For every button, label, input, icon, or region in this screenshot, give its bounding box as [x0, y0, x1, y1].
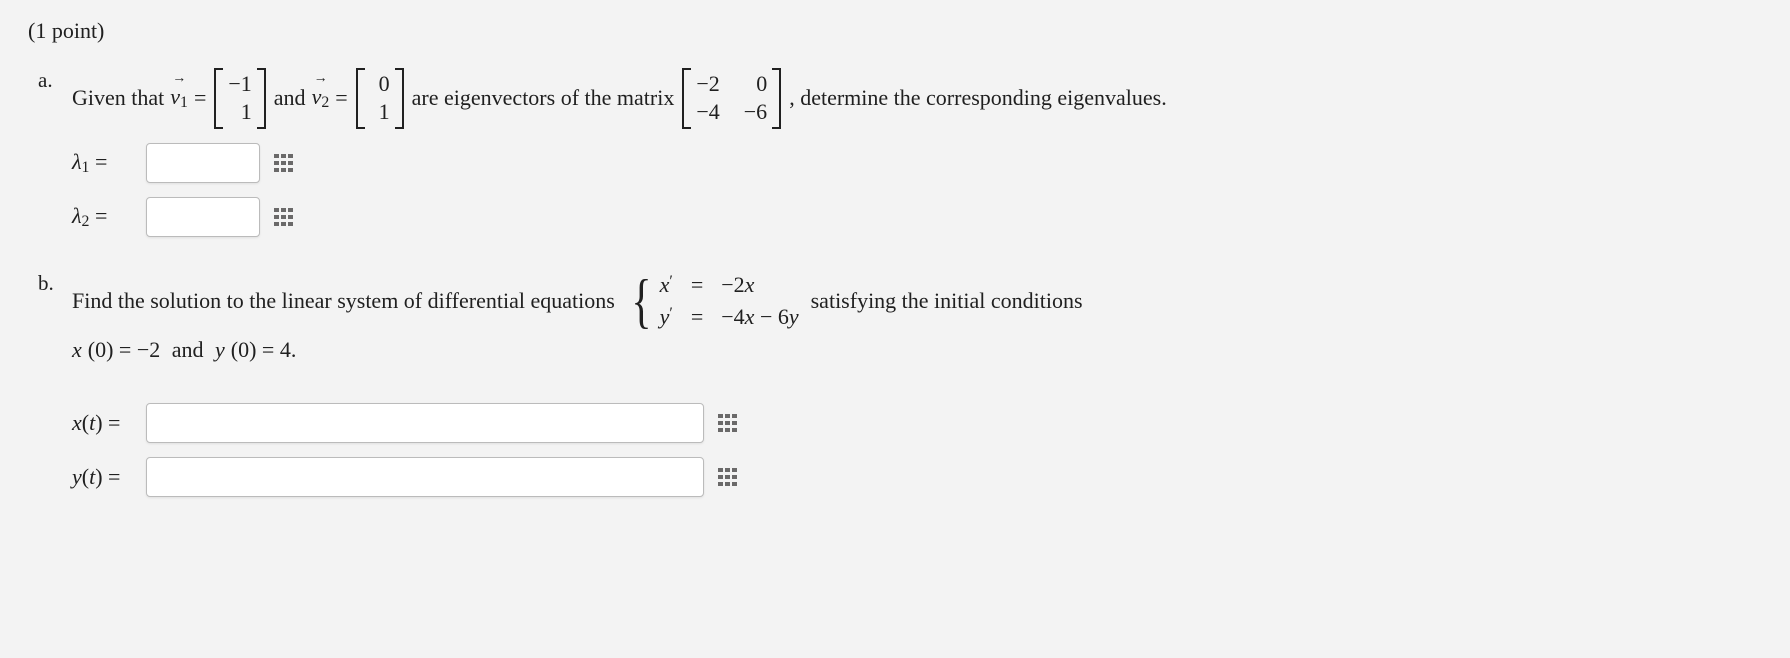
- lambda1-input[interactable]: [146, 143, 260, 183]
- lambda2-row: λ2 =: [72, 197, 1762, 237]
- v2-entry-1: 0: [370, 71, 390, 97]
- arrow-icon: →: [314, 71, 328, 88]
- sys-r1-rhs: −2x: [721, 272, 798, 298]
- A-entry-21: −4: [696, 99, 719, 125]
- part-a-statement: Given that → v1 = −1 1 and →: [72, 68, 1762, 129]
- equals-sign: =: [335, 85, 347, 111]
- sys-r2-eq: =: [691, 304, 703, 330]
- part-a: Given that → v1 = −1 1 and →: [72, 68, 1762, 237]
- sys-r2-rhs: −4x − 6y: [721, 304, 798, 330]
- sys-r1-lhs: x′: [660, 272, 673, 298]
- ic-text: x: [72, 337, 82, 363]
- keypad-icon[interactable]: [270, 149, 298, 177]
- sys-r1-eq: =: [691, 272, 703, 298]
- A-entry-11: −2: [696, 71, 719, 97]
- text-satisfying: satisfying the initial conditions: [811, 288, 1083, 314]
- keypad-icon[interactable]: [714, 463, 742, 491]
- xt-row: x(t) =: [72, 403, 1762, 443]
- [interactable]: [146, 457, 704, 497]
- A-entry-22: −6: [744, 99, 767, 125]
- text-determine: , determine the corresponding eigenvalue…: [789, 85, 1167, 111]
- keypad-icon[interactable]: [714, 409, 742, 437]
- points-header: (1 point): [28, 18, 1762, 44]
- text-find-solution: Find the solution to the linear system o…: [72, 288, 615, 314]
- text-and: and: [274, 85, 306, 111]
- part-b-statement: Find the solution to the linear system o…: [72, 271, 1762, 331]
- part-b: Find the solution to the linear system o…: [72, 271, 1762, 497]
- sys-r2-lhs: y′: [660, 304, 673, 330]
- equals-sign: =: [194, 85, 206, 111]
- matrix-A: −2 0 −4 −6: [682, 68, 781, 129]
- arrow-icon: →: [172, 71, 186, 88]
- v1-entry-2: 1: [228, 99, 251, 125]
- text-given-that: Given that: [72, 85, 164, 111]
- initial-conditions: x(0) = −2 and y(0) = 4.: [72, 337, 1762, 363]
- vector-v1-symbol: → v1: [170, 84, 188, 112]
- text-are-eigenvectors: are eigenvectors of the matrix: [412, 85, 675, 111]
- vector-v1: −1 1: [214, 68, 265, 129]
- keypad-icon[interactable]: [270, 203, 298, 231]
- vector-v2: 0 1: [356, 68, 404, 129]
- problem-page: (1 point) Given that → v1 = −1 1: [0, 0, 1790, 658]
- yt-row: y(t) =: [72, 457, 1762, 497]
- lambda1-label: λ1 =: [72, 149, 136, 177]
- A-entry-12: 0: [744, 71, 767, 97]
- v1-entry-1: −1: [228, 71, 251, 97]
- brace-icon: {: [631, 271, 651, 331]
- yt-label: y(t) =: [72, 464, 136, 490]
- xt-label: x(t) =: [72, 410, 136, 436]
- v2-entry-2: 1: [370, 99, 390, 125]
- points-label: (1 point): [28, 18, 104, 43]
- lambda2-input[interactable]: [146, 197, 260, 237]
- xt-input[interactable]: [146, 403, 704, 443]
- vector-v2-symbol: → v2: [312, 84, 330, 112]
- parts-list: Given that → v1 = −1 1 and →: [28, 68, 1762, 531]
- lambda1-row: λ1 =: [72, 143, 1762, 183]
- ode-system: { x′ = −2x y′ = −4x − 6y: [627, 271, 799, 331]
- lambda2-label: λ2 =: [72, 203, 136, 231]
